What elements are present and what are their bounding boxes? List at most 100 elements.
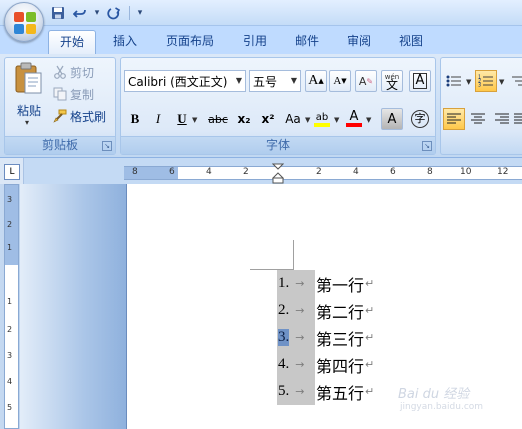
copy-button[interactable]: 复制	[53, 84, 94, 104]
tab-view[interactable]: 视图	[390, 30, 432, 54]
shrink-font-button[interactable]: A ▼	[329, 70, 351, 92]
multilevel-list-button[interactable]	[507, 70, 522, 92]
tab-arrow-icon: →	[295, 358, 305, 371]
subscript-icon: x₂	[237, 112, 251, 126]
underline-button[interactable]: U	[171, 108, 193, 130]
ruler-number: 2	[243, 167, 249, 177]
list-number-selected[interactable]: 3. →	[277, 324, 315, 351]
font-size-combo[interactable]: 五号 ▼	[249, 70, 301, 92]
font-size-value: 五号	[253, 74, 278, 89]
justify-button[interactable]	[513, 108, 522, 130]
list-number[interactable]: 2. →	[277, 297, 315, 324]
quick-access-toolbar: ▾ ▾	[48, 3, 145, 23]
tab-arrow-icon: →	[295, 385, 305, 398]
paste-dropdown-icon[interactable]: ▾	[25, 118, 29, 127]
bullets-icon	[446, 75, 461, 87]
undo-dropdown-icon[interactable]: ▾	[92, 8, 102, 18]
strikethrough-button[interactable]: abc	[205, 108, 231, 130]
ruler-number: 10	[460, 167, 472, 177]
list-item[interactable]: 1. → 第一行 ↵	[277, 270, 374, 297]
ruler-number: 1	[7, 243, 13, 252]
clear-format-button[interactable]: A ✎	[355, 70, 377, 92]
horizontal-ruler[interactable]: 8 6 4 2 2 4 6 8 10 12	[24, 158, 522, 184]
change-case-dropdown-icon[interactable]: ▼	[305, 116, 310, 124]
paste-icon	[15, 62, 42, 94]
office-logo-icon	[14, 12, 36, 34]
numbering-dropdown-icon[interactable]: ▼	[499, 78, 504, 86]
list-number[interactable]: 5. →	[277, 378, 315, 405]
list-number[interactable]: 1. →	[277, 270, 315, 297]
numbered-list[interactable]: 1. → 第一行 ↵ 2. → 第二行 ↵ 3. → 第三行 ↵ 4. → 第四行 ↵ 5. → …	[277, 270, 374, 405]
list-number[interactable]: 4. →	[277, 351, 315, 378]
list-item[interactable]: 5. → 第五行 ↵	[277, 378, 374, 405]
baidu-watermark: Bai du 经验	[398, 387, 470, 402]
ruler-number: 4	[353, 167, 359, 177]
list-item[interactable]: 3. → 第三行 ↵	[277, 324, 374, 351]
vertical-ruler[interactable]: 3 2 1 1 2 3 4 5	[4, 184, 19, 429]
bold-button[interactable]: B	[124, 108, 146, 130]
tab-references[interactable]: 引用	[234, 30, 276, 54]
enclose-characters-button[interactable]: 字	[409, 108, 431, 130]
tab-review[interactable]: 审阅	[338, 30, 380, 54]
highlight-button[interactable]: ab	[311, 108, 333, 130]
grow-font-button[interactable]: A ▲	[305, 70, 327, 92]
paragraph-mark-icon: ↵	[365, 304, 375, 317]
tab-selector-button[interactable]: L	[4, 164, 20, 180]
clipboard-launcher-icon[interactable]: ↘	[102, 141, 112, 151]
superscript-button[interactable]: x²	[257, 108, 279, 130]
font-name-combo[interactable]: Calibri (西文正文) ▼	[124, 70, 246, 92]
tab-insert[interactable]: 插入	[104, 30, 146, 54]
list-item-text: 第四行	[316, 356, 365, 376]
copy-icon	[53, 87, 67, 101]
list-item[interactable]: 2. → 第二行 ↵	[277, 297, 374, 324]
redo-icon	[107, 7, 121, 20]
tab-home[interactable]: 开始	[48, 30, 96, 54]
font-color-dropdown-icon[interactable]: ▼	[366, 116, 371, 124]
indent-marker-icon[interactable]	[272, 158, 284, 184]
tab-mailings[interactable]: 邮件	[286, 30, 328, 54]
grow-font-icon: A	[308, 73, 319, 88]
phonetic-char-icon: 文	[385, 78, 398, 92]
phonetic-guide-button[interactable]: wén 文	[381, 70, 403, 92]
change-case-button[interactable]: Aa	[281, 108, 305, 130]
chevron-down-icon: ▼	[235, 76, 242, 85]
list-item-text: 第五行	[316, 383, 365, 403]
list-item[interactable]: 4. → 第四行 ↵	[277, 351, 374, 378]
paste-button[interactable]: 粘贴 ▾	[9, 60, 49, 132]
numbering-icon: 1 2 3	[478, 75, 493, 88]
character-border-button[interactable]: A	[409, 70, 431, 92]
margin-crop-mark	[293, 240, 294, 270]
undo-button[interactable]	[70, 4, 90, 22]
highlight-dropdown-icon[interactable]: ▼	[334, 116, 339, 124]
tab-page-layout[interactable]: 页面布局	[156, 30, 224, 54]
align-right-button[interactable]	[491, 108, 513, 130]
align-left-button[interactable]	[443, 108, 465, 130]
underline-dropdown-icon[interactable]: ▼	[192, 116, 197, 124]
subscript-button[interactable]: x₂	[233, 108, 255, 130]
format-painter-button[interactable]: 格式刷	[53, 106, 106, 126]
ruler-number: 6	[390, 167, 396, 177]
strikethrough-icon: abc	[208, 112, 228, 126]
superscript-icon: x²	[261, 112, 275, 126]
cut-button[interactable]: 剪切	[53, 62, 94, 82]
bullets-dropdown-icon[interactable]: ▼	[466, 78, 471, 86]
customize-qat-icon[interactable]: ▾	[135, 8, 145, 18]
italic-button[interactable]: I	[147, 108, 169, 130]
highlighter-icon: ab	[315, 111, 329, 123]
clipboard-group-label: 剪贴板	[5, 136, 115, 154]
bullets-button[interactable]	[443, 70, 465, 92]
font-launcher-icon[interactable]: ↘	[422, 141, 432, 151]
character-shading-button[interactable]: A	[381, 108, 403, 130]
office-button[interactable]	[4, 2, 44, 42]
save-button[interactable]	[48, 4, 68, 22]
ruler-number: 8	[132, 167, 138, 177]
justify-icon	[514, 113, 522, 124]
highlight-color-bar	[314, 122, 330, 127]
format-painter-label: 格式刷	[70, 109, 107, 124]
font-color-button[interactable]: A	[343, 108, 365, 130]
align-left-icon	[447, 113, 461, 124]
redo-button[interactable]	[104, 4, 124, 22]
align-center-button[interactable]	[467, 108, 489, 130]
tab-arrow-icon: →	[295, 304, 305, 317]
numbering-button[interactable]: 1 2 3	[475, 70, 497, 92]
